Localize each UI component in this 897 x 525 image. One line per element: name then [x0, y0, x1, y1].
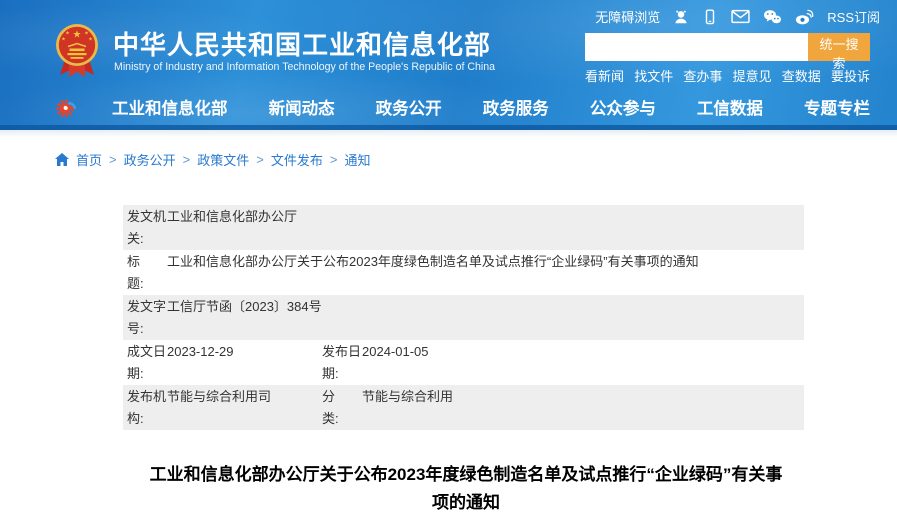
home-icon[interactable] — [55, 153, 69, 166]
breadcrumb-separator: > — [183, 152, 191, 167]
doc-info-label: 分 类: — [322, 386, 362, 430]
site-title[interactable]: 中华人民共和国工业和信息化部 — [113, 25, 491, 62]
article-title: 工业和信息化部办公厅关于公布2023年度绿色制造名单及试点推行“企业绿码”有关事… — [144, 461, 788, 517]
mail-icon[interactable] — [731, 9, 750, 24]
doc-info-label: 发布机构: — [127, 386, 167, 430]
doc-info-value: 节能与综合利用 — [362, 386, 804, 408]
doc-info-row-title: 标 题: 工业和信息化部办公厅关于公布2023年度绿色制造名单及试点推行“企业绿… — [123, 250, 804, 295]
doc-info-row-document-number: 发文字号: 工信厅节函〔2023〕384号 — [123, 295, 804, 340]
svg-text:★: ★ — [88, 37, 93, 43]
page: 无障碍浏览 — [0, 0, 897, 525]
site-header: 无障碍浏览 — [0, 0, 897, 130]
doc-info-label: 成文日期: — [127, 341, 167, 385]
svg-text:★: ★ — [61, 37, 66, 43]
doc-info-label: 发布日期: — [322, 341, 362, 385]
mascot-icon[interactable] — [673, 9, 689, 25]
breadcrumb-file-release[interactable]: 文件发布 — [271, 150, 323, 169]
breadcrumb-gov-disclosure[interactable]: 政务公开 — [124, 150, 176, 169]
doc-info-value: 工业和信息化部办公厅关于公布2023年度绿色制造名单及试点推行“企业绿码”有关事… — [167, 251, 804, 273]
nav-item-gov-disclosure[interactable]: 政务公开 — [376, 95, 442, 119]
breadcrumb-separator: > — [109, 152, 117, 167]
nav-item-miit[interactable]: 工业和信息化部 — [112, 95, 228, 119]
search-bar: 统一搜索 — [585, 33, 870, 61]
doc-info-value: 节能与综合利用司 — [167, 386, 322, 408]
site-subtitle: Ministry of Industry and Information Tec… — [114, 61, 495, 73]
breadcrumb-policy-files[interactable]: 政策文件 — [197, 150, 249, 169]
doc-info-value: 工信厅节函〔2023〕384号 — [167, 296, 804, 318]
nav-item-industry-data[interactable]: 工信数据 — [697, 95, 763, 119]
weibo-icon[interactable] — [795, 9, 814, 25]
doc-info-table: 发文机关: 工业和信息化部办公厅 标 题: 工业和信息化部办公厅关于公布2023… — [123, 205, 804, 430]
nav-item-public-participation[interactable]: 公众参与 — [590, 95, 656, 119]
doc-info-row-issuing-authority: 发文机关: 工业和信息化部办公厅 — [123, 205, 804, 250]
breadcrumb-notice[interactable]: 通知 — [344, 150, 370, 169]
header-divider — [0, 130, 897, 138]
doc-info-row-dates: 成文日期: 2023-12-29 发布日期: 2024-01-05 — [123, 340, 804, 385]
nav-item-special-topics[interactable]: 专题专栏 — [804, 95, 870, 119]
mobile-icon[interactable] — [702, 9, 718, 25]
rss-link[interactable]: RSS订阅 — [827, 7, 880, 26]
quick-link-files[interactable]: 找文件 — [634, 66, 673, 85]
breadcrumb: 首页 > 政务公开 > 政策文件 > 文件发布 > 通知 — [55, 150, 370, 169]
accessibility-link[interactable]: 无障碍浏览 — [595, 7, 660, 26]
svg-text:★: ★ — [73, 30, 82, 41]
quick-link-services[interactable]: 查办事 — [683, 66, 722, 85]
quick-link-suggest[interactable]: 提意见 — [733, 66, 772, 85]
breadcrumb-separator: > — [330, 152, 338, 167]
doc-info-row-publisher-category: 发布机构: 节能与综合利用司 分 类: 节能与综合利用 — [123, 385, 804, 430]
main-nav: 工业和信息化部 新闻动态 政务公开 政务服务 公众参与 工信数据 专题专栏 — [112, 89, 870, 124]
quick-link-complain[interactable]: 要投诉 — [831, 66, 870, 85]
doc-info-value: 2023-12-29 — [167, 341, 322, 363]
doc-info-label: 标 题: — [127, 251, 167, 295]
topbar: 无障碍浏览 — [595, 7, 880, 26]
nav-item-gov-services[interactable]: 政务服务 — [483, 95, 549, 119]
doc-info-value: 工业和信息化部办公厅 — [167, 206, 804, 228]
wechat-icon[interactable] — [763, 9, 782, 25]
quick-link-news[interactable]: 看新闻 — [585, 66, 624, 85]
doc-info-value: 2024-01-05 — [362, 341, 804, 363]
national-emblem-icon[interactable]: ★ ★ ★ ★ ★ — [55, 23, 99, 84]
search-button[interactable]: 统一搜索 — [808, 33, 870, 61]
breadcrumb-home[interactable]: 首页 — [76, 150, 102, 169]
quick-links: 看新闻 找文件 查办事 提意见 查数据 要投诉 — [585, 66, 870, 85]
search-input[interactable] — [585, 33, 808, 61]
breadcrumb-separator: > — [256, 152, 264, 167]
doc-info-label: 发文字号: — [127, 296, 167, 340]
doc-info-label: 发文机关: — [127, 206, 167, 250]
nav-item-news[interactable]: 新闻动态 — [269, 95, 335, 119]
miit-gear-logo-icon — [55, 97, 77, 124]
svg-text:★: ★ — [65, 31, 70, 37]
quick-link-data[interactable]: 查数据 — [782, 66, 821, 85]
